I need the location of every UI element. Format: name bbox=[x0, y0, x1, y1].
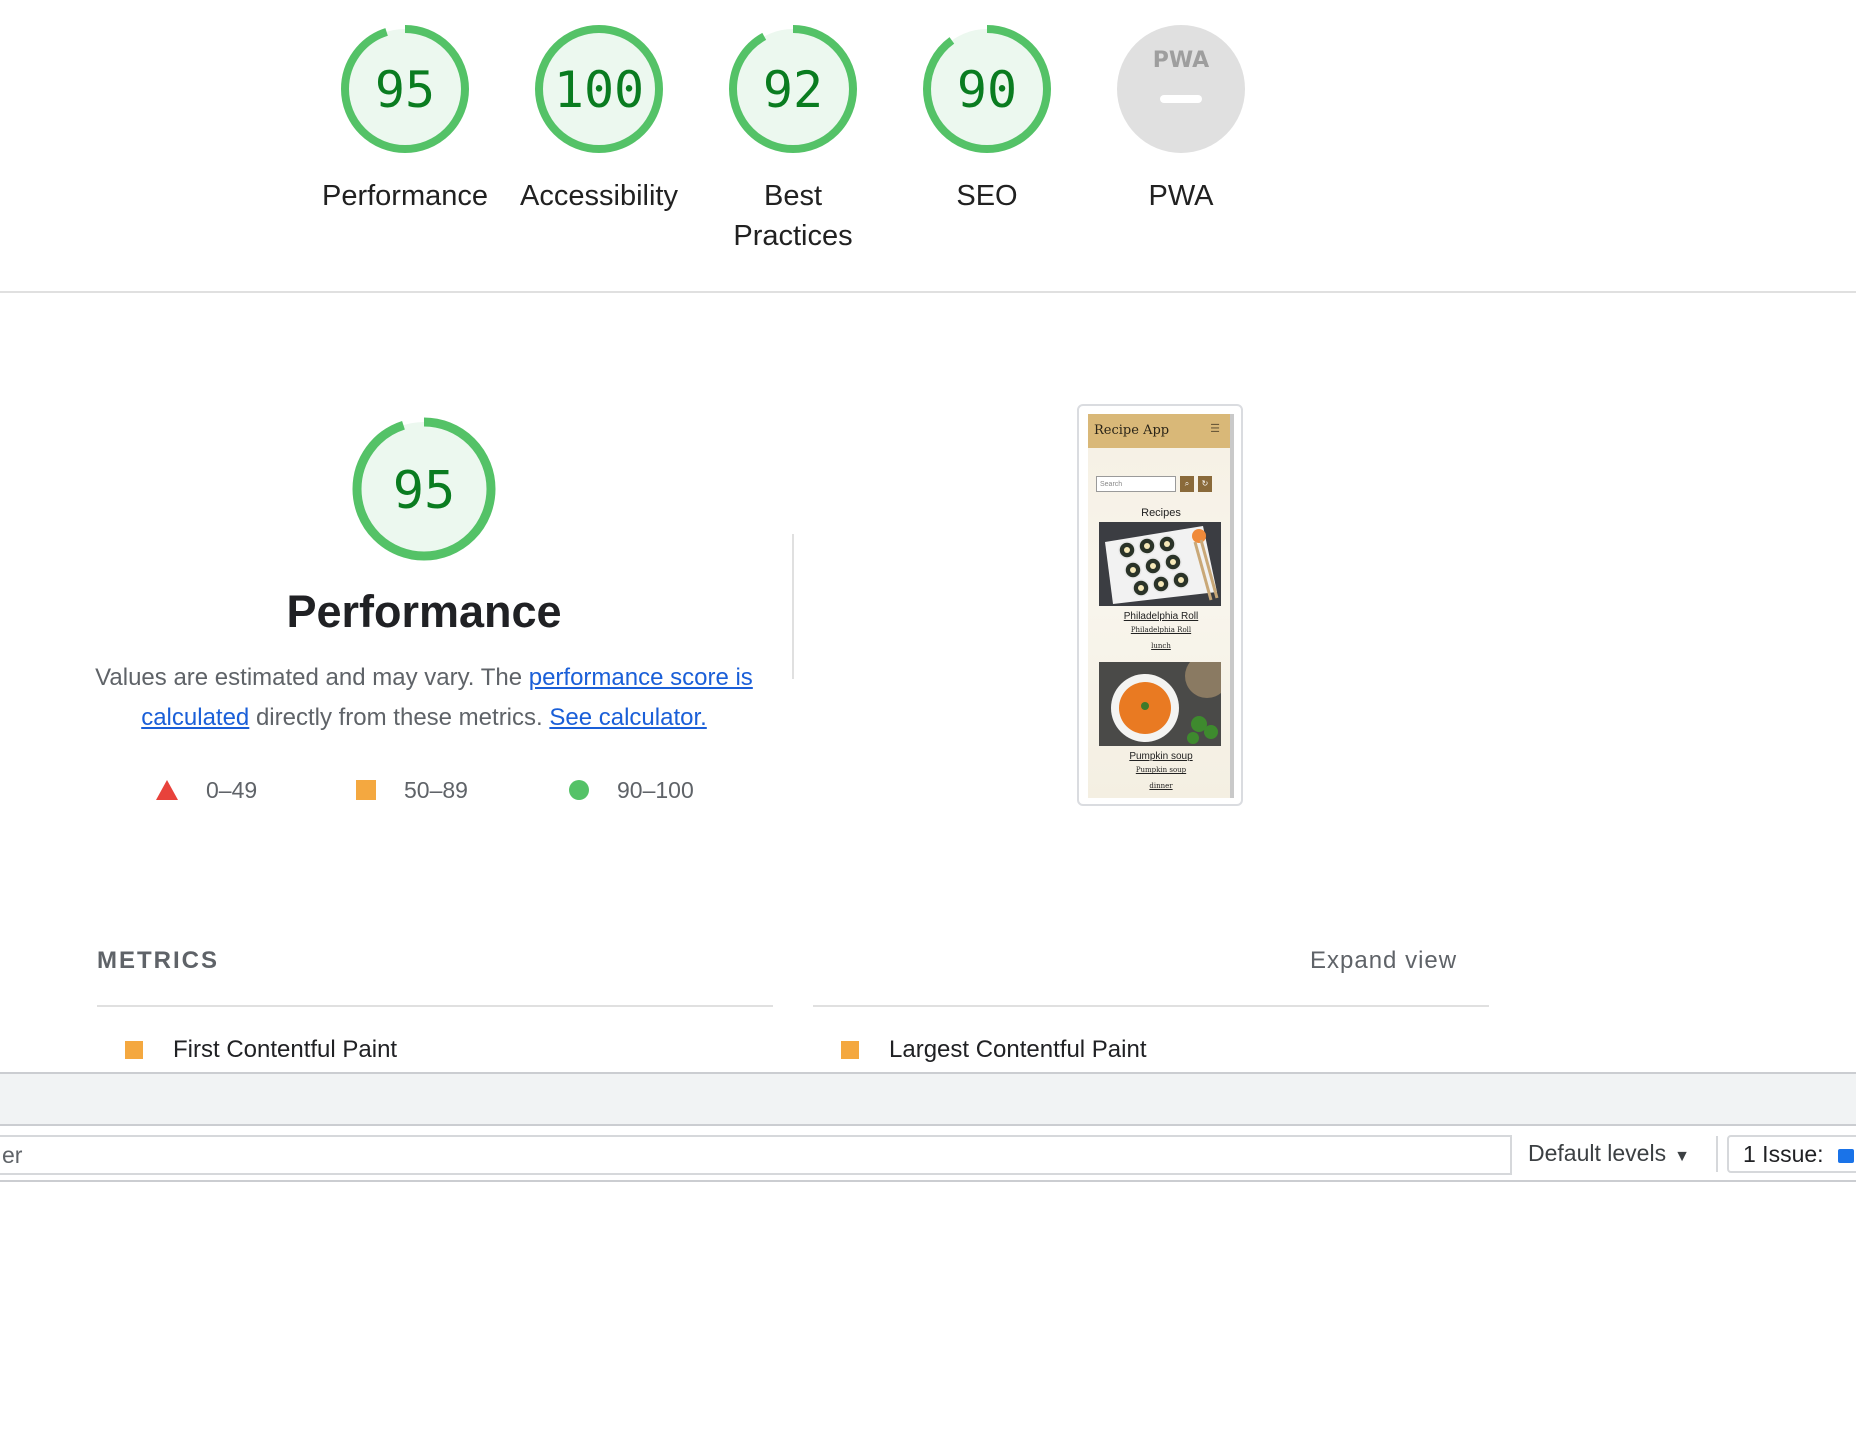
gauge-label: PWA bbox=[1148, 180, 1214, 212]
expand-view-toggle[interactable]: Expand view bbox=[1310, 947, 1457, 975]
metric-divider bbox=[97, 1005, 773, 1007]
console-filter-input[interactable]: er bbox=[0, 1135, 1512, 1175]
dropdown-caret-icon: ▼ bbox=[1674, 1148, 1690, 1165]
performance-score-ring: 95 bbox=[352, 417, 496, 561]
legend-range: 0–49 bbox=[206, 776, 258, 803]
gauge-label: SEO bbox=[956, 180, 1018, 212]
score-value: 95 bbox=[375, 61, 435, 119]
hamburger-menu-icon: ☰ bbox=[1210, 422, 1220, 435]
legend-range: 90–100 bbox=[617, 776, 694, 803]
legend-range: 50–89 bbox=[404, 776, 468, 803]
average-square-icon bbox=[841, 1041, 859, 1059]
phone-refresh-icon: ↻ bbox=[1198, 476, 1212, 492]
issue-message-icon bbox=[1837, 1148, 1854, 1163]
recipe-card-meal: dinner bbox=[1149, 782, 1173, 790]
circle-icon bbox=[569, 780, 589, 800]
phone-app-title: Recipe App bbox=[1094, 423, 1170, 438]
metric-divider bbox=[813, 1005, 1489, 1007]
sushi-image bbox=[1099, 522, 1221, 606]
levels-label: Default levels bbox=[1528, 1140, 1667, 1166]
recipe-card-name: Pumpkin soup bbox=[1129, 751, 1193, 762]
phone-search-icon: ⌕ bbox=[1180, 476, 1194, 492]
score-ring: 100 bbox=[535, 25, 663, 153]
performance-score-value: 95 bbox=[393, 461, 456, 521]
gauge-best-practices[interactable]: 92 Best Practices bbox=[696, 22, 890, 256]
see-calculator-link[interactable]: See calculator. bbox=[549, 704, 706, 731]
recipe-card-subtitle: Philadelphia Roll bbox=[1130, 626, 1192, 634]
score-value: 100 bbox=[554, 61, 644, 119]
issues-count: 1 Issue: bbox=[1743, 1141, 1824, 1167]
score-value: 92 bbox=[763, 61, 823, 119]
recipe-card-meal: lunch bbox=[1151, 642, 1171, 650]
metric-label: First Contentful Paint bbox=[173, 1036, 398, 1063]
recipe-card-subtitle: Pumpkin soup bbox=[1135, 766, 1187, 774]
metric-first-contentful-paint: First Contentful Paint bbox=[125, 1036, 397, 1064]
score-ring: 95 bbox=[341, 25, 469, 153]
section-divider bbox=[0, 291, 1856, 293]
recipe-card-name: Philadelphia Roll bbox=[1123, 611, 1199, 622]
gauge-performance[interactable]: 95 Performance bbox=[308, 22, 502, 216]
pwa-badge-icon: PWA bbox=[1117, 25, 1245, 153]
final-screenshot[interactable]: Recipe App ☰ Search ⌕ ↻ Recipes Philadel… bbox=[1077, 404, 1243, 806]
default-levels-dropdown[interactable]: Default levels ▼ bbox=[1528, 1140, 1690, 1167]
legend-pass: 90–100 bbox=[569, 772, 694, 808]
average-square-icon bbox=[125, 1041, 143, 1059]
phone-screenshot: Recipe App ☰ Search ⌕ ↻ Recipes Philadel… bbox=[1088, 414, 1234, 798]
metric-largest-contentful-paint: Largest Contentful Paint bbox=[841, 1036, 1147, 1064]
score-ring: 92 bbox=[729, 25, 857, 153]
pwa-badge-text: PWA bbox=[1153, 48, 1209, 73]
triangle-icon bbox=[156, 780, 178, 800]
vertical-divider bbox=[792, 534, 794, 679]
phone-app-header: Recipe App ☰ bbox=[1088, 414, 1234, 448]
score-value: 90 bbox=[957, 61, 1017, 119]
phone-recipes-heading: Recipes bbox=[1141, 507, 1181, 519]
toolbar-separator bbox=[1716, 1136, 1718, 1172]
desc-text: Values are estimated and may vary. The bbox=[95, 664, 529, 691]
gauge-label: Accessibility bbox=[520, 180, 678, 212]
pumpkin-soup-image bbox=[1099, 662, 1221, 746]
performance-title: Performance bbox=[286, 586, 562, 637]
gauge-accessibility[interactable]: 100 Accessibility bbox=[502, 22, 696, 216]
square-icon bbox=[356, 780, 376, 800]
legend-fail: 0–49 bbox=[156, 772, 257, 808]
legend-average: 50–89 bbox=[356, 772, 468, 808]
console-toolbar: er Default levels ▼ 1 Issue: bbox=[0, 1126, 1856, 1182]
desc-text: directly from these metrics. bbox=[249, 704, 550, 731]
devtools-drawer-header bbox=[0, 1072, 1856, 1126]
score-ring: 90 bbox=[923, 25, 1051, 153]
metric-label: Largest Contentful Paint bbox=[889, 1036, 1147, 1063]
issues-button[interactable]: 1 Issue: bbox=[1727, 1135, 1856, 1173]
gauge-seo[interactable]: 90 SEO bbox=[890, 22, 1084, 216]
phone-scrollbar bbox=[1230, 414, 1234, 798]
gauge-label: Best Practices bbox=[733, 180, 853, 252]
gauge-pwa[interactable]: PWA PWA bbox=[1084, 22, 1278, 216]
gauge-label: Performance bbox=[321, 180, 488, 212]
performance-description: Values are estimated and may vary. The p… bbox=[94, 658, 754, 738]
phone-search-input: Search bbox=[1096, 476, 1176, 492]
metrics-heading: METRICS bbox=[97, 947, 219, 974]
